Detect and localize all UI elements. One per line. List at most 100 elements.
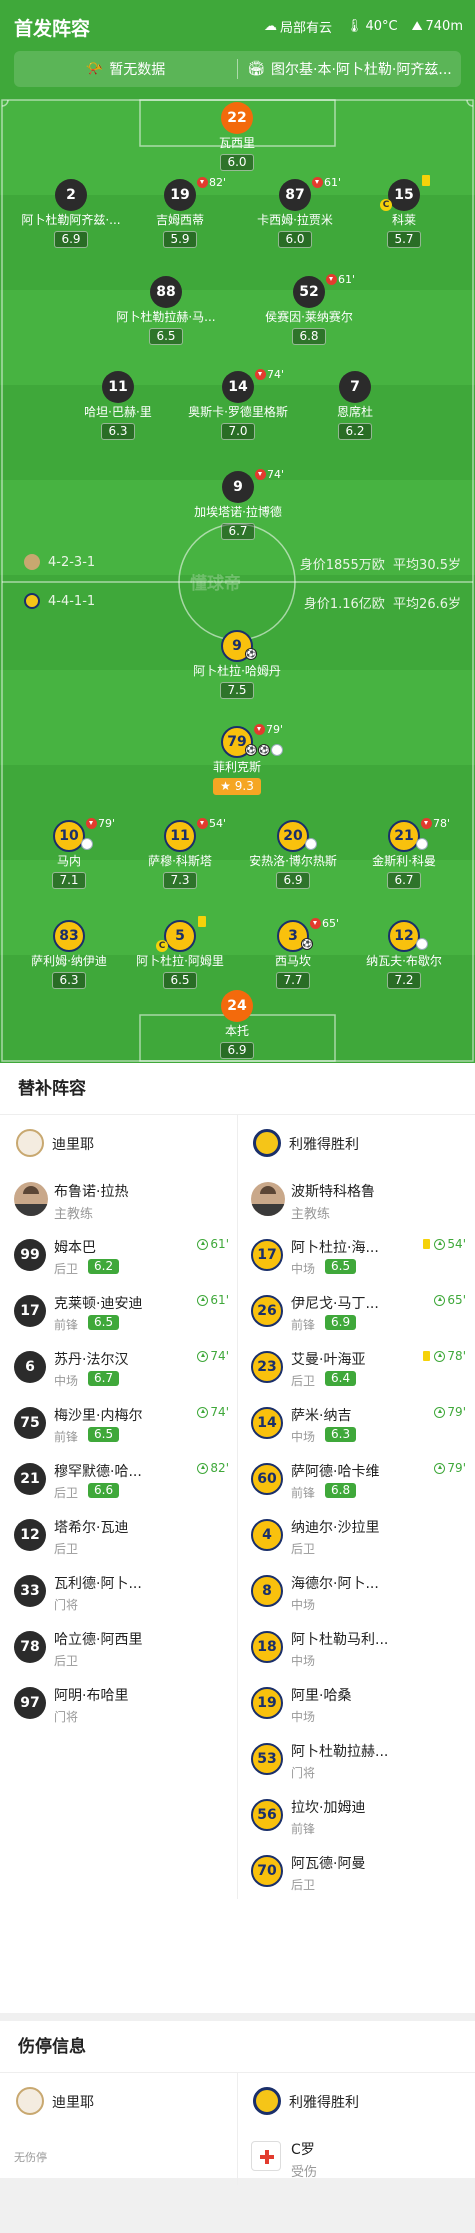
player-number: 11: [164, 820, 196, 852]
sub-player-row[interactable]: 14 萨米·纳吉 中场 6.3 79': [237, 1395, 474, 1451]
sub-out-badge: 79': [254, 723, 283, 736]
player-name: 本托: [224, 1024, 249, 1038]
away-player-83[interactable]: 83 萨利姆·纳伊迪 6.3: [14, 920, 124, 989]
sub-player-row[interactable]: 53 阿卜杜勒拉赫... 门将: [237, 1731, 474, 1787]
sub-out-badge: 79': [86, 817, 115, 830]
sub-player-row[interactable]: 6 苏丹·法尔汉 中场 6.7 74': [0, 1339, 237, 1395]
sub-player-row[interactable]: 17 阿卜杜拉·海... 中场 6.5 54': [237, 1227, 474, 1283]
away-coach[interactable]: 波斯特科格鲁 主教练: [237, 1171, 474, 1227]
home-squad-value: 身价1855万欧 平均30.5岁: [299, 558, 461, 573]
home-team-row[interactable]: 迪里耶: [0, 2073, 237, 2129]
away-player-21[interactable]: 21 78' 金斯利·科曼 6.7: [349, 817, 459, 889]
player-name: 哈坦·巴赫·里: [84, 405, 152, 419]
cloud-icon: ☁: [263, 19, 277, 34]
sub-player-row[interactable]: 70 阿瓦德·阿曼 后卫: [237, 1843, 474, 1899]
player-name: 安热洛·博尔热斯: [249, 854, 337, 868]
home-formation: 4-2-3-1: [24, 554, 95, 570]
home-player-9[interactable]: 9 74' 加埃塔诺·拉博德 6.7: [183, 468, 293, 540]
player-number: 2: [55, 179, 87, 211]
sub-player-row[interactable]: 4 纳迪尔·沙拉里 后卫: [237, 1507, 474, 1563]
sub-in-icon: [434, 1406, 446, 1418]
home-player-19[interactable]: 19 82' 吉姆西蒂 5.9: [125, 176, 235, 248]
away-player-11[interactable]: 11 54' 萨穆·科斯塔 7.3: [125, 817, 235, 889]
home-injuries-column: 迪里耶 无伤停: [0, 2073, 237, 2185]
home-coach[interactable]: 布鲁诺·拉热 主教练: [0, 1171, 237, 1227]
home-player-15[interactable]: 15 C 科莱 5.7: [349, 175, 459, 248]
away-player-3[interactable]: 3 65' ⚽ 西马坎 7.7: [238, 917, 348, 989]
injuries-title: 伤停信息: [0, 2021, 475, 2073]
sub-player-row[interactable]: 18 阿卜杜勒马利... 中场: [237, 1619, 474, 1675]
sub-in-icon: [197, 1462, 209, 1474]
home-team-row[interactable]: 迪里耶: [0, 1115, 237, 1171]
away-player-79[interactable]: 79 79' ⚽ ⚽ 菲利克斯 ★ 9.3: [182, 723, 292, 795]
player-number: 7: [339, 371, 371, 403]
home-player-87[interactable]: 87 61' 卡西姆·拉贾米 6.0: [240, 176, 350, 248]
sub-player-row[interactable]: 26 伊尼戈·马丁... 前锋 6.9 65': [237, 1283, 474, 1339]
info-bar: 📯 暂无数据 🏟 图尔基·本·阿卜杜勒·阿齐兹...: [14, 51, 461, 87]
sub-player-row[interactable]: 33 瓦利德·阿卜... 门将: [0, 1563, 237, 1619]
home-player-7[interactable]: 7 恩席杜 6.2: [300, 371, 410, 440]
away-player-24[interactable]: 24 本托 6.9: [182, 990, 292, 1059]
away-player-10[interactable]: 10 79' 马内 7.1: [14, 817, 124, 889]
away-team-logo-icon: [253, 2087, 281, 2115]
home-player-22[interactable]: 22 瓦西里 6.0: [182, 102, 292, 171]
best-player-icon: ★: [220, 779, 231, 793]
coach-avatar: [14, 1182, 48, 1216]
goal-icon: ⚽: [245, 744, 257, 756]
player-number: 52: [293, 276, 325, 308]
away-team-row[interactable]: 利雅得胜利: [237, 1115, 474, 1171]
sub-in-icon: [197, 1350, 209, 1362]
yellow-card-icon: [422, 175, 430, 186]
sub-player-row[interactable]: 60 萨阿德·哈卡维 前锋 6.8 79': [237, 1451, 474, 1507]
stadium-info: 🏟 图尔基·本·阿卜杜勒·阿齐兹...: [247, 61, 452, 78]
sub-in-icon: [434, 1294, 446, 1306]
player-number: 19: [164, 179, 196, 211]
home-player-14[interactable]: 14 74' 奥斯卡·罗德里格斯 7.0: [183, 368, 293, 440]
sub-player-row[interactable]: 78 哈立德·阿西里 后卫: [0, 1619, 237, 1675]
player-rating: 6.8: [292, 328, 326, 345]
sub-player-row[interactable]: 75 梅沙里·内梅尔 前锋 6.5 74': [0, 1395, 237, 1451]
sub-in-icon: [197, 1238, 209, 1250]
home-player-2[interactable]: 2 阿卜杜勒阿齐兹·... 6.9: [16, 179, 126, 248]
sub-player-row[interactable]: 21 穆罕默德·哈... 后卫 6.6 82': [0, 1451, 237, 1507]
sub-player-row[interactable]: 97 阿明·布哈里 门将: [0, 1675, 237, 1731]
sub-player-row[interactable]: 56 拉坎·加姆迪 前锋: [237, 1787, 474, 1843]
sub-out-icon: [310, 918, 321, 929]
goal-icon: ⚽: [258, 744, 270, 756]
away-team-logo-icon: [253, 1129, 281, 1157]
player-number: 5: [164, 920, 196, 952]
away-player-20[interactable]: 20 安热洛·博尔热斯 6.9: [238, 820, 348, 889]
away-subs-column: 利雅得胜利 波斯特科格鲁 主教练 17 阿卜杜拉·海... 中场 6.5 54' 26 伊…: [237, 1115, 474, 1899]
substitutes-title: 替补阵容: [0, 1063, 475, 1115]
sub-player-row[interactable]: 17 克莱顿·迪安迪 前锋 6.5 61': [0, 1283, 237, 1339]
away-squad-value: 身价1.16亿欧 平均26.6岁: [303, 597, 461, 612]
sub-out-icon: [255, 369, 266, 380]
player-name: 卡西姆·拉贾米: [257, 213, 333, 227]
away-player-12[interactable]: 12 纳瓦夫·布歇尔 7.2: [349, 920, 459, 989]
home-player-11[interactable]: 11 哈坦·巴赫·里 6.3: [63, 371, 173, 440]
player-name: 科莱: [391, 213, 416, 227]
weather-item: ☁ 局部有云: [263, 19, 332, 36]
yellow-card-icon: [198, 916, 206, 927]
sub-player-row[interactable]: 99 姆本巴 后卫 6.2 61': [0, 1227, 237, 1283]
player-rating: 6.7: [221, 523, 255, 540]
home-player-52[interactable]: 52 61' 侯赛因·莱纳赛尔 6.8: [254, 273, 364, 345]
sub-in-icon: [434, 1238, 446, 1250]
away-player-5[interactable]: 5 C 阿卜杜拉·阿姆里 6.5: [125, 916, 235, 989]
sub-out-icon: [326, 274, 337, 285]
sub-player-row[interactable]: 19 阿里·哈桑 中场: [237, 1675, 474, 1731]
player-number: 12: [388, 920, 420, 952]
sub-player-row[interactable]: 23 艾曼·叶海亚 后卫 6.4 78': [237, 1339, 474, 1395]
yellow-card-icon: [423, 1239, 431, 1249]
player-name: 阿卜杜勒阿齐兹·...: [21, 213, 121, 227]
away-player-9[interactable]: 9 ⚽ 阿卜杜拉·哈姆丹 7.5: [182, 630, 292, 699]
home-player-88[interactable]: 88 阿卜杜勒拉赫·马... 6.5: [111, 276, 221, 345]
away-team-row[interactable]: 利雅得胜利: [237, 2073, 474, 2129]
injured-player-row[interactable]: C罗 受伤: [237, 2129, 474, 2185]
sub-player-row[interactable]: 8 海德尔·阿卜... 中场: [237, 1563, 474, 1619]
player-rating: 6.3: [101, 423, 135, 440]
home-team-logo-icon: [16, 1129, 44, 1157]
whistle-icon: 📯: [85, 61, 104, 77]
sub-player-row[interactable]: 12 塔希尔·瓦迪 后卫: [0, 1507, 237, 1563]
thermometer-icon: 🌡: [345, 19, 363, 34]
